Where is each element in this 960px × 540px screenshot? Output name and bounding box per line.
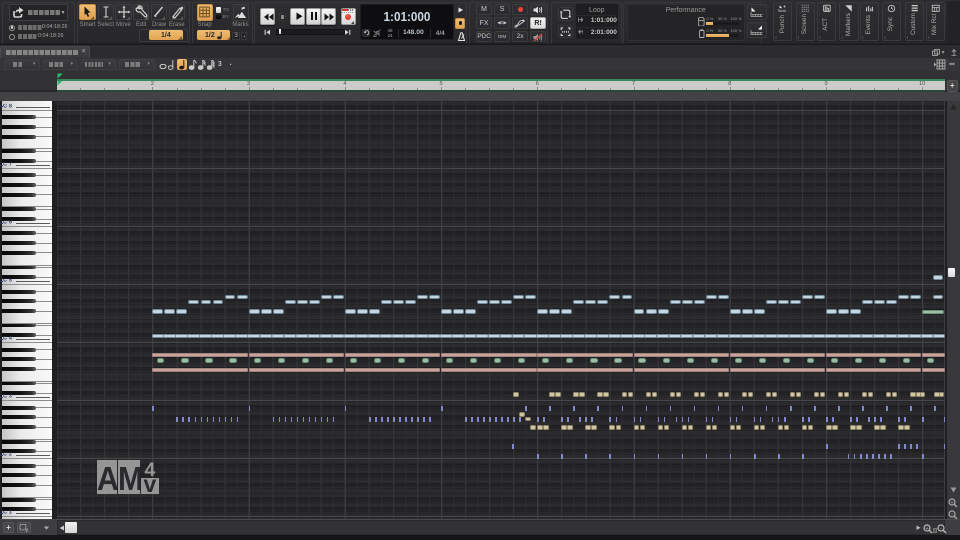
svg-text:-: - — [940, 525, 942, 531]
svg-text:+: + — [925, 525, 928, 531]
svg-text:-: - — [951, 511, 953, 517]
svg-text:+: + — [950, 499, 953, 505]
